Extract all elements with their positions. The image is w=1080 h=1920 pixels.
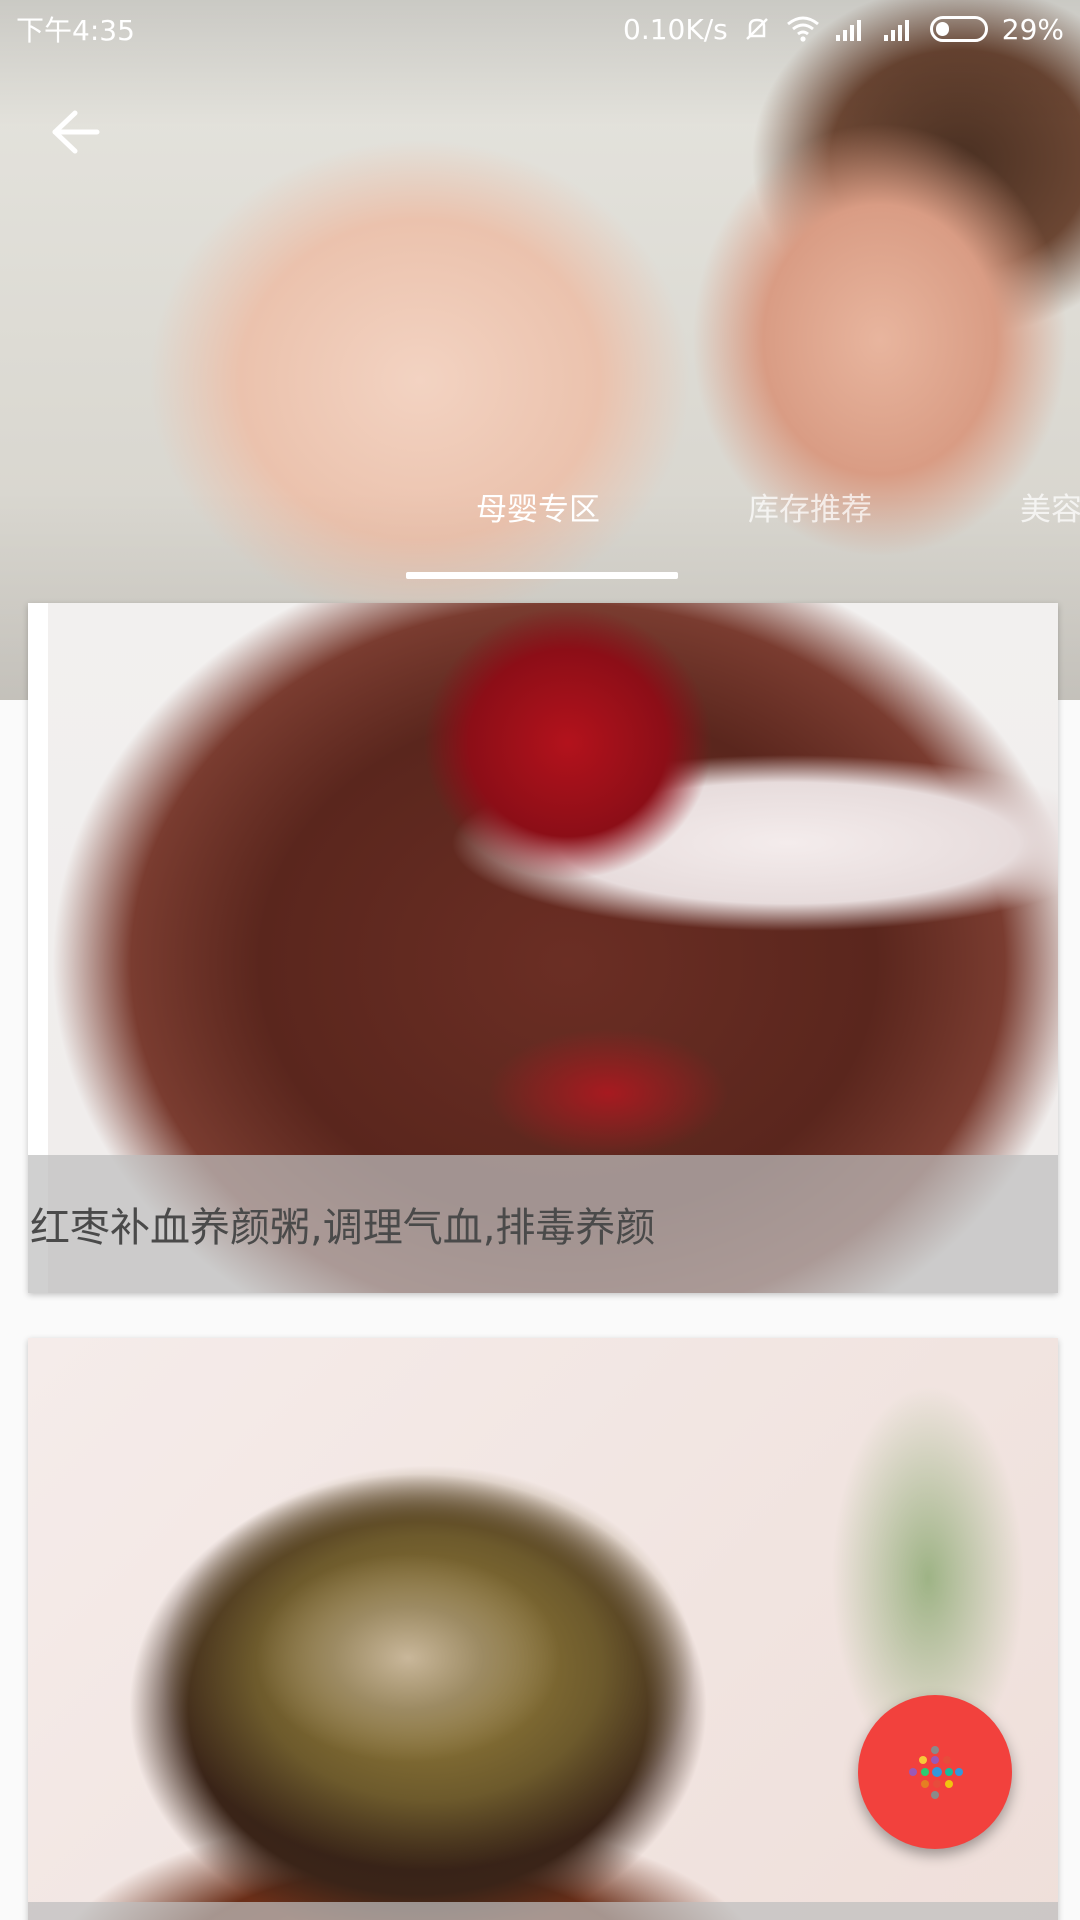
signal-icon-2: [883, 20, 909, 41]
caption-bar: 红枣补血养颜粥,调理气血,排毒养颜: [28, 1155, 1058, 1293]
signal-icon: [835, 20, 861, 41]
arrow-left-icon: [52, 110, 100, 154]
recipe-card[interactable]: 红枣补血养颜粥,调理气血,排毒养颜: [28, 603, 1058, 1293]
caption-bar-2: [28, 1902, 1058, 1920]
battery-icon: [929, 16, 988, 42]
vibrate-off-icon: [745, 18, 768, 40]
category-tabs: 母婴专区 库存推荐 美容: [0, 470, 1080, 580]
battery-percent: 29%: [1001, 12, 1064, 46]
status-time: 下午4:35: [16, 14, 135, 47]
network-speed: 0.10K/s: [623, 12, 728, 46]
floating-action-button[interactable]: [858, 1695, 1012, 1849]
wifi-icon: [786, 16, 819, 42]
tab-beauty[interactable]: 美容: [1020, 484, 1080, 529]
screen: 下午4:35 0.10K/s 29% 母婴专区 库存推荐 美容 红枣补血养颜粥,…: [0, 0, 1080, 1920]
status-bar: 下午4:35 0.10K/s 29%: [0, 0, 1080, 58]
header-image: [0, 0, 1080, 700]
dots-icon: [909, 1746, 963, 1799]
status-icons: 0.10K/s 29%: [623, 13, 1064, 46]
back-button[interactable]: [40, 96, 112, 168]
tab-stock-recommend[interactable]: 库存推荐: [748, 484, 872, 529]
recipe-title: 红枣补血养颜粥,调理气血,排毒养颜: [30, 1205, 656, 1251]
tab-maternal-baby[interactable]: 母婴专区: [476, 484, 600, 529]
tab-indicator: [406, 572, 678, 579]
